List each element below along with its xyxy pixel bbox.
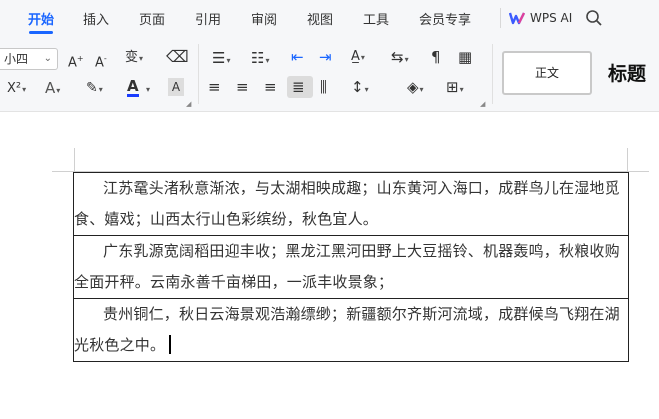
page-margin-corner-left <box>74 148 75 171</box>
paragraph-jiangsu[interactable]: 江苏鼋头渚秋意渐浓，与太湖相映成趣；山东黄河入海口，成群鸟儿在湿地觅食、嬉戏；山… <box>74 173 628 235</box>
tab-insert[interactable]: 插入 <box>83 9 109 28</box>
toolbar-divider <box>198 44 199 104</box>
page-margin-corner-right <box>627 148 628 171</box>
numbered-list-icon[interactable]: ☷▾ <box>251 49 269 70</box>
chevron-down-icon: ⌄ <box>43 53 52 64</box>
font-color-icon[interactable]: A <box>127 78 139 97</box>
table-grid-icon[interactable]: ▦ <box>458 48 472 66</box>
font-size-select[interactable]: 小四 ⌄ <box>0 48 58 70</box>
active-tab-indicator <box>29 31 53 34</box>
text-cursor <box>169 335 172 354</box>
bullet-list-icon[interactable]: ☰▾ <box>212 49 230 70</box>
tab-references[interactable]: 引用 <box>195 9 221 28</box>
table-cell[interactable]: 江苏鼋头渚秋意渐浓，与太湖相映成趣；山东黄河入海口，成群鸟儿在湿地觅食、嬉戏；山… <box>73 172 629 236</box>
text-effect-icon[interactable]: A▾ <box>45 79 60 100</box>
menu-divider <box>500 8 501 28</box>
show-marks-icon[interactable]: ¶ <box>431 48 441 66</box>
table-row: 江苏鼋头渚秋意渐浓，与太湖相映成趣；山东黄河入海口，成群鸟儿在湿地觅食、嬉戏；山… <box>73 172 629 236</box>
paragraph-guangdong[interactable]: 广东乳源宽阔稻田迎丰收；黑龙江黑河田野上大豆摇铃、机器轰鸣，秋粮收购全面开秤。云… <box>74 236 628 298</box>
search-icon[interactable] <box>585 9 603 27</box>
increase-font-icon[interactable]: A+ <box>68 50 84 72</box>
borders-icon[interactable]: ⊞▾ <box>446 78 464 99</box>
font-dialog-launcher-icon[interactable]: ◢ <box>186 100 191 108</box>
superscript-icon[interactable]: X²▾ <box>7 80 26 99</box>
align-right-icon[interactable]: ≡ <box>264 78 277 96</box>
tab-review[interactable]: 审阅 <box>251 9 277 28</box>
clear-format-icon[interactable]: ⌫ <box>166 48 189 66</box>
table-cell[interactable]: 贵州铜仁，秋日云海景观浩瀚缥缈；新疆额尔齐斯河流域，成群候鸟飞翔在湖光秋色之中。 <box>73 298 629 362</box>
align-center-icon[interactable]: ≡ <box>236 78 249 96</box>
tab-view[interactable]: 视图 <box>307 9 333 28</box>
table-row: 广东乳源宽阔稻田迎丰收；黑龙江黑河田野上大豆摇铃、机器轰鸣，秋粮收购全面开秤。云… <box>73 235 629 299</box>
table-row: 贵州铜仁，秋日云海景观浩瀚缥缈；新疆额尔齐斯河流域，成群候鸟飞翔在湖光秋色之中。 <box>73 298 629 362</box>
font-size-value: 小四 <box>4 52 29 66</box>
tab-member[interactable]: 会员专享 <box>419 9 471 28</box>
increase-indent-icon[interactable]: ⇥ <box>319 48 332 66</box>
tab-page[interactable]: 页面 <box>139 9 165 28</box>
wps-ai-logo-icon <box>509 12 525 25</box>
highlight-icon[interactable]: ✎▾ <box>86 79 103 99</box>
style-normal-button[interactable]: 正文 <box>502 51 592 95</box>
decrease-indent-icon[interactable]: ⇤ <box>291 48 304 66</box>
align-left-icon[interactable]: ≡ <box>208 78 221 96</box>
style-title-button[interactable]: 标题 <box>608 59 646 86</box>
phonetic-guide-icon[interactable]: 变▾ <box>125 49 143 68</box>
toolbar-divider <box>492 44 493 104</box>
menu-bar: 开始 插入 页面 引用 审阅 视图 工具 会员专享 WPS AI <box>0 0 659 36</box>
wps-ai-label: WPS AI <box>530 11 573 25</box>
tab-tools[interactable]: 工具 <box>363 9 389 28</box>
paragraph-dialog-launcher-icon[interactable]: ◢ <box>480 100 485 108</box>
justify-icon[interactable]: ≣ <box>292 78 305 96</box>
paragraph-guizhou[interactable]: 贵州铜仁，秋日云海景观浩瀚缥缈；新疆额尔齐斯河流域，成群候鸟飞翔在湖光秋色之中。 <box>74 305 620 354</box>
document-table[interactable]: 江苏鼋头渚秋意渐浓，与太湖相映成趣；山东黄河入海口，成群鸟儿在湿地觅食、嬉戏；山… <box>73 172 629 362</box>
wps-ai-button[interactable]: WPS AI <box>509 8 572 28</box>
char-shading-icon[interactable]: A <box>168 78 184 96</box>
font-color-dropdown[interactable]: ▾ <box>145 80 150 99</box>
sort-icon[interactable]: ⇆▾ <box>391 48 409 69</box>
tab-home[interactable]: 开始 <box>28 9 54 28</box>
decrease-font-icon[interactable]: A- <box>95 50 107 72</box>
distributed-align-icon[interactable]: ⫼ <box>320 78 327 96</box>
text-direction-icon[interactable]: A̲▾ <box>351 48 365 67</box>
line-spacing-icon[interactable]: ↕▾ <box>351 78 369 99</box>
shading-icon[interactable]: ◈▾ <box>407 78 424 99</box>
table-cell[interactable]: 广东乳源宽阔稻田迎丰收；黑龙江黑河田野上大豆摇铃、机器轰鸣，秋粮收购全面开秤。云… <box>73 235 629 299</box>
